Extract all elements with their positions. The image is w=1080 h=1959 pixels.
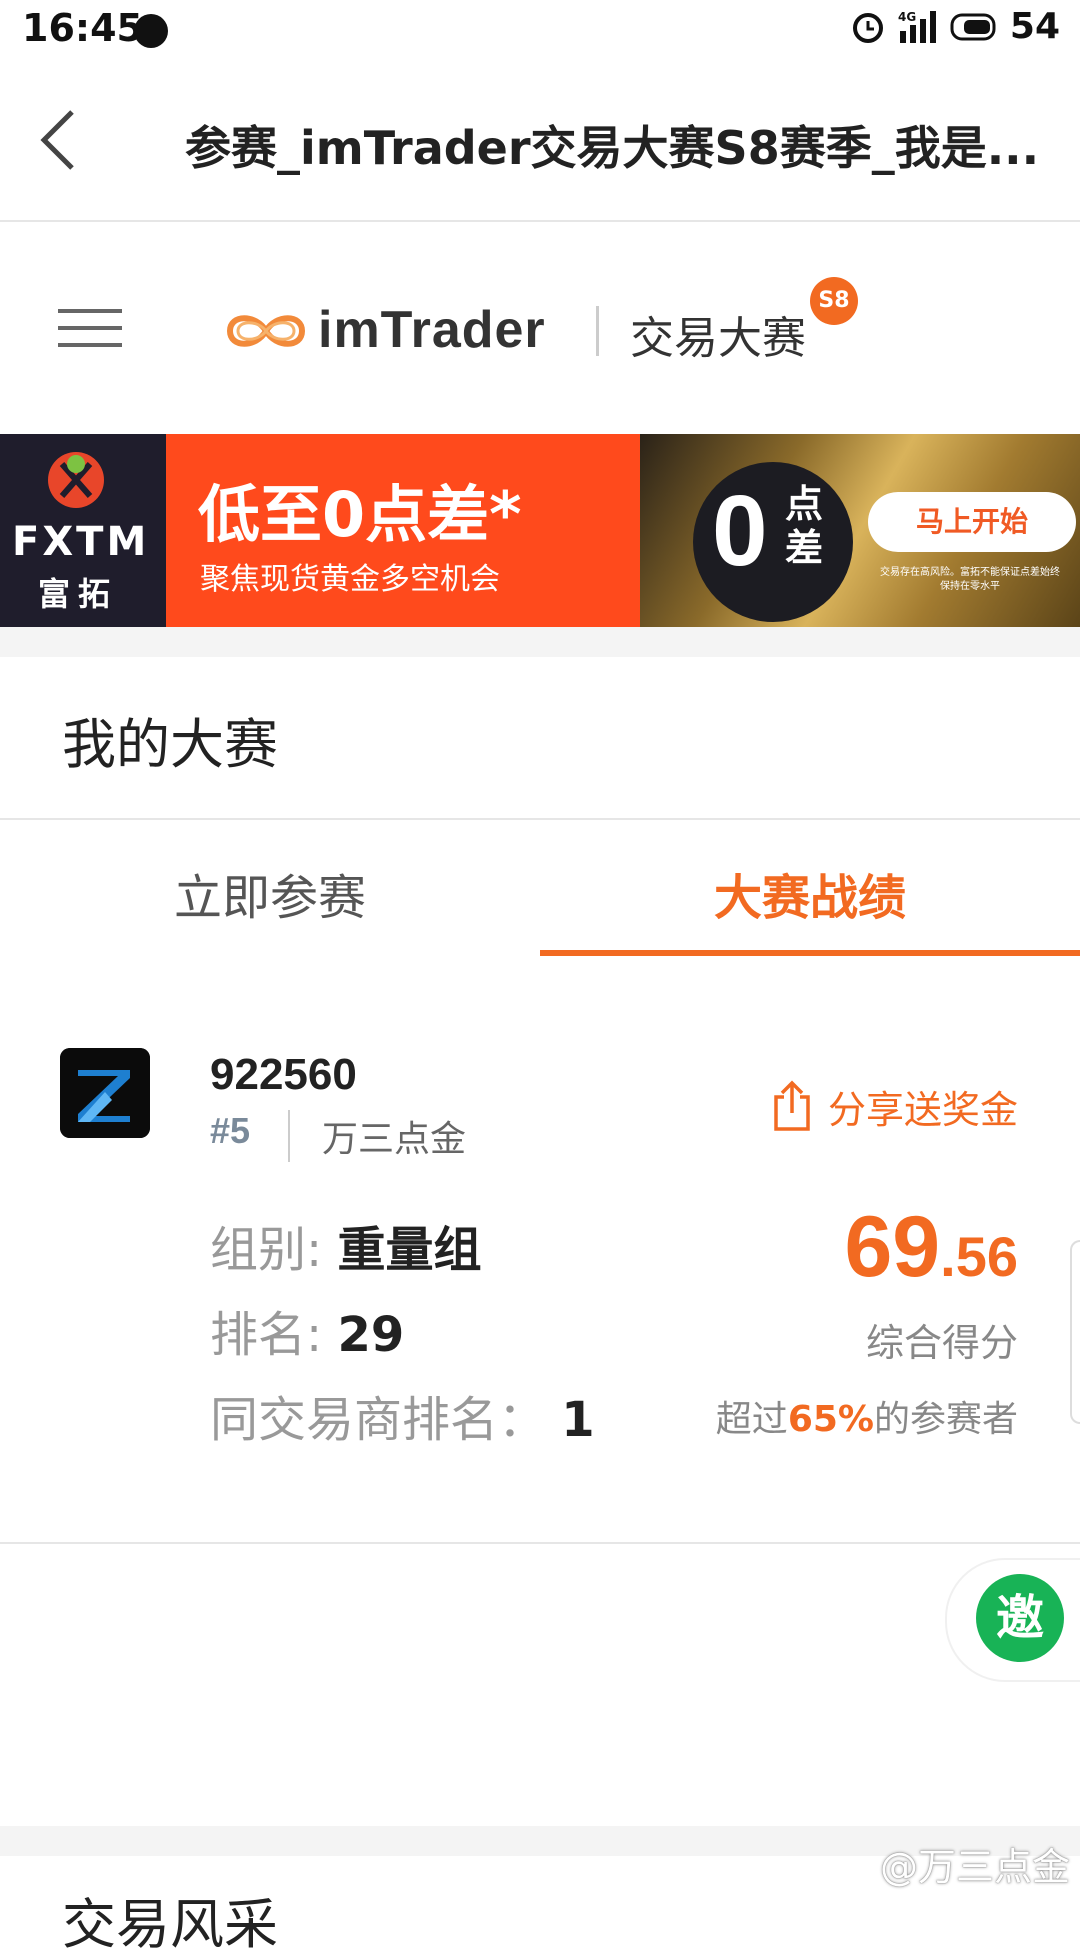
rank-value: 29 (337, 1307, 405, 1363)
user-rank-tag: #5 (210, 1110, 251, 1151)
menu-icon (58, 309, 122, 313)
side-scroll-handle[interactable] (1070, 1240, 1080, 1424)
logo-text: imTrader (318, 301, 546, 359)
user-id: 922560 (210, 1050, 357, 1099)
percentile-suffix: 的参赛者 (873, 1399, 1018, 1440)
share-label: 分享送奖金 (828, 1087, 1019, 1132)
tab-join-label: 立即参赛 (173, 870, 366, 926)
ad-subline: 聚焦现货黄金多空机会 (200, 562, 500, 597)
battery-level: 54 (1009, 6, 1060, 47)
avatar[interactable] (60, 1048, 150, 1138)
user-nickname: 万三点金 (322, 1119, 467, 1160)
ad-zero-text: 点差 (785, 482, 824, 570)
status-bar: 16:45 4G 54 (0, 0, 1080, 60)
nav-bar: 参赛_imTrader交易大赛S8赛季_我是... (0, 60, 1080, 222)
status-time: 16:45 (22, 6, 143, 50)
tab-results-label: 大赛战绩 (713, 870, 906, 926)
logo-divider (596, 306, 599, 356)
ad-brand-en: FXTM (12, 519, 150, 565)
broker-rank-label: 同交易商排名： (210, 1392, 547, 1448)
rank-row: 排名: 29 (210, 1295, 404, 1365)
section-divider (0, 818, 1080, 820)
watermark: @万三点金 (879, 1845, 1070, 1889)
status-indicators: 4G 54 (850, 6, 1060, 47)
battery-icon (950, 13, 996, 40)
rank-label: 排名: (210, 1307, 323, 1363)
profile-divider (0, 1542, 1080, 1544)
infinity-logo-icon (226, 315, 306, 347)
section-title: 我的大赛 (62, 713, 278, 776)
network-type: 4G (898, 10, 916, 24)
contest-label: 交易大赛 (630, 313, 806, 364)
ad-brand-block: FXTM 富拓 (0, 434, 166, 627)
percentile-value: 65% (787, 1399, 874, 1440)
fxtm-logo-icon (48, 452, 104, 508)
active-tab-indicator (540, 950, 1080, 956)
ad-zero-number: 0 (712, 475, 768, 587)
tab-join[interactable]: 立即参赛 (0, 822, 540, 956)
percentile-text: 超过65%的参赛者 (716, 1390, 1018, 1442)
ad-start-button[interactable]: 马上开始 (868, 492, 1076, 552)
ad-risk-note: 交易存在高风险。富拓不能保证点差始终保持在零水平 (880, 567, 1060, 592)
back-button[interactable] (30, 100, 90, 180)
percentile-prefix: 超过 (715, 1399, 788, 1440)
site-header: imTrader 交易大赛 S8 (0, 222, 1080, 432)
score-integer: 69 (844, 1199, 941, 1295)
group-label: 组别: (210, 1222, 323, 1278)
group-row: 组别: 重量组 (210, 1210, 481, 1280)
share-button[interactable]: 分享送奖金 (770, 1076, 1018, 1136)
group-value: 重量组 (337, 1222, 482, 1278)
alarm-icon (852, 12, 883, 43)
signal-icon: 4G (898, 10, 936, 43)
broker-rank-value: 1 (561, 1392, 595, 1448)
page-title: 参赛_imTrader交易大赛S8赛季_我是... (185, 121, 1040, 175)
back-icon (40, 110, 74, 170)
share-icon (774, 1080, 810, 1131)
season-badge: S8 (810, 277, 858, 325)
ad-banner[interactable]: FXTM 富拓 低至0点差* 聚焦现货黄金多空机会 0 点差 马上开始 交易存在… (0, 434, 1080, 627)
user-divider (288, 1110, 290, 1162)
notification-icon (134, 14, 168, 48)
invite-button[interactable]: 邀 (976, 1574, 1064, 1662)
avatar-logo-icon (60, 1048, 150, 1138)
ad-brand-cn: 富拓 (38, 575, 119, 613)
ad-headline: 低至0点差* (198, 478, 522, 551)
broker-rank-row: 同交易商排名： 1 (210, 1380, 595, 1450)
score-label: 综合得分 (865, 1321, 1018, 1365)
score-decimal: .56 (940, 1225, 1018, 1288)
composite-score: 69.56 (844, 1198, 1018, 1297)
menu-button[interactable] (58, 309, 122, 349)
tab-results[interactable]: 大赛战绩 (540, 822, 1080, 956)
section-gap (0, 627, 1080, 657)
